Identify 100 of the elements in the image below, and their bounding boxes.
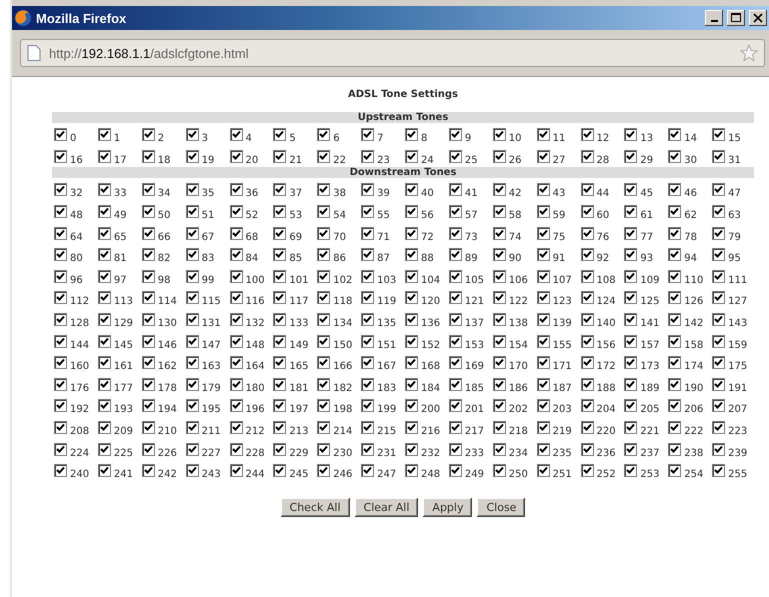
checkbox[interactable]: [712, 442, 726, 456]
checkbox[interactable]: [361, 421, 374, 434]
checkbox[interactable]: [54, 464, 67, 478]
checkbox[interactable]: [580, 150, 594, 163]
checkbox[interactable]: [536, 128, 550, 142]
checkbox[interactable]: [186, 205, 199, 218]
checkbox[interactable]: [580, 248, 594, 262]
checkbox[interactable]: [624, 421, 638, 434]
checkbox[interactable]: [361, 183, 374, 196]
checkbox[interactable]: [98, 442, 111, 456]
checkbox[interactable]: [273, 248, 286, 262]
checkbox[interactable]: [405, 150, 418, 163]
checkbox[interactable]: [230, 183, 242, 196]
checkbox[interactable]: [98, 183, 111, 196]
checkbox[interactable]: [536, 150, 550, 163]
checkbox[interactable]: [317, 378, 330, 391]
checkbox[interactable]: [273, 334, 286, 348]
checkbox[interactable]: [98, 291, 111, 304]
checkbox[interactable]: [54, 334, 67, 348]
checkbox[interactable]: [230, 442, 242, 456]
checkbox[interactable]: [317, 226, 330, 240]
checkbox[interactable]: [54, 313, 67, 326]
checkbox[interactable]: [186, 183, 199, 196]
checkbox[interactable]: [492, 270, 506, 283]
checkbox[interactable]: [536, 313, 550, 326]
checkbox[interactable]: [668, 150, 682, 163]
checkbox[interactable]: [405, 248, 418, 262]
checkbox[interactable]: [54, 291, 67, 304]
checkbox[interactable]: [361, 226, 374, 240]
checkbox[interactable]: [624, 399, 638, 412]
checkbox[interactable]: [142, 150, 155, 163]
checkbox[interactable]: [230, 399, 242, 412]
checkbox[interactable]: [186, 128, 199, 142]
checkbox[interactable]: [492, 313, 506, 326]
checkbox[interactable]: [142, 205, 155, 218]
checkbox[interactable]: [492, 291, 506, 304]
maximize-button[interactable]: [727, 10, 745, 26]
checkbox[interactable]: [624, 183, 638, 196]
checkbox[interactable]: [230, 291, 242, 304]
checkbox[interactable]: [230, 378, 242, 391]
checkbox[interactable]: [273, 399, 286, 412]
checkbox[interactable]: [186, 421, 199, 434]
checkbox[interactable]: [273, 128, 286, 142]
checkbox[interactable]: [361, 313, 374, 326]
checkbox[interactable]: [536, 464, 550, 478]
action-button[interactable]: Clear All: [354, 498, 418, 516]
checkbox[interactable]: [536, 334, 550, 348]
checkbox[interactable]: [273, 313, 286, 326]
checkbox[interactable]: [405, 464, 418, 478]
checkbox[interactable]: [186, 226, 199, 240]
checkbox[interactable]: [580, 356, 594, 370]
checkbox[interactable]: [580, 226, 594, 240]
checkbox[interactable]: [230, 421, 242, 434]
checkbox[interactable]: [273, 291, 286, 304]
checkbox[interactable]: [448, 291, 462, 304]
checkbox[interactable]: [186, 334, 199, 348]
checkbox[interactable]: [273, 378, 286, 391]
checkbox[interactable]: [98, 356, 111, 370]
checkbox[interactable]: [186, 442, 199, 456]
checkbox[interactable]: [712, 128, 726, 142]
checkbox[interactable]: [712, 291, 726, 304]
checkbox[interactable]: [98, 248, 111, 262]
checkbox[interactable]: [624, 291, 638, 304]
checkbox[interactable]: [54, 378, 67, 391]
checkbox[interactable]: [536, 248, 550, 262]
checkbox[interactable]: [273, 421, 286, 434]
checkbox[interactable]: [492, 464, 506, 478]
checkbox[interactable]: [448, 378, 462, 391]
checkbox[interactable]: [712, 378, 726, 391]
checkbox[interactable]: [712, 334, 726, 348]
checkbox[interactable]: [186, 248, 199, 262]
checkbox[interactable]: [142, 356, 155, 370]
checkbox[interactable]: [230, 128, 242, 142]
checkbox[interactable]: [668, 291, 682, 304]
checkbox[interactable]: [712, 150, 726, 163]
checkbox[interactable]: [448, 356, 462, 370]
checkbox[interactable]: [317, 270, 330, 283]
checkbox[interactable]: [98, 421, 111, 434]
checkbox[interactable]: [668, 442, 682, 456]
checkbox[interactable]: [317, 464, 330, 478]
checkbox[interactable]: [668, 378, 682, 391]
checkbox[interactable]: [448, 313, 462, 326]
checkbox[interactable]: [405, 378, 418, 391]
checkbox[interactable]: [448, 226, 462, 240]
checkbox[interactable]: [712, 421, 726, 434]
checkbox[interactable]: [54, 442, 67, 456]
checkbox[interactable]: [712, 270, 726, 283]
checkbox[interactable]: [273, 226, 286, 240]
checkbox[interactable]: [580, 270, 594, 283]
checkbox[interactable]: [405, 205, 418, 218]
checkbox[interactable]: [54, 150, 67, 163]
checkbox[interactable]: [405, 128, 418, 142]
checkbox[interactable]: [712, 464, 726, 478]
checkbox[interactable]: [668, 356, 682, 370]
checkbox[interactable]: [273, 183, 286, 196]
checkbox[interactable]: [712, 313, 726, 326]
checkbox[interactable]: [54, 270, 67, 283]
checkbox[interactable]: [54, 205, 67, 218]
checkbox[interactable]: [361, 334, 374, 348]
checkbox[interactable]: [186, 356, 199, 370]
